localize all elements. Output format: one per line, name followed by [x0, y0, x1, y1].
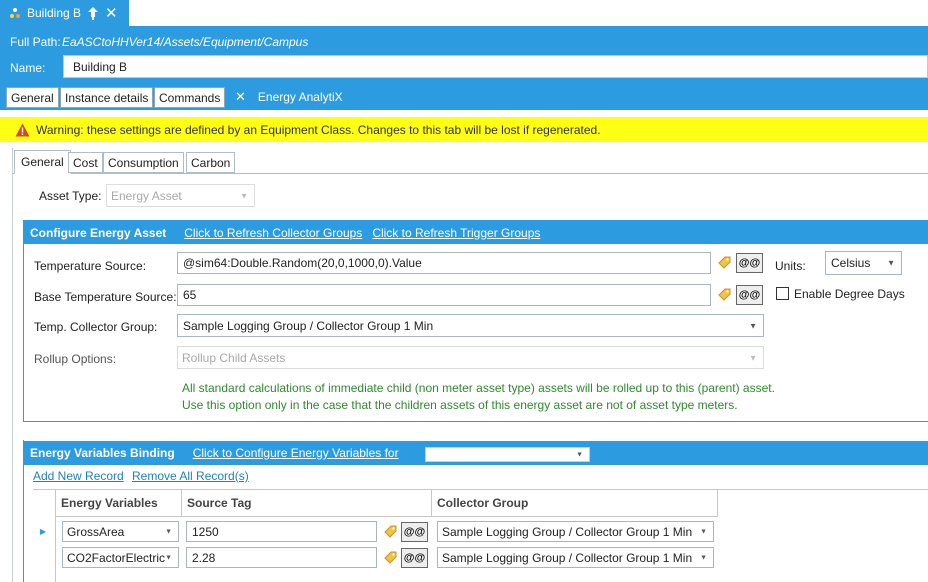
energy-variable-value: CO2FactorElectric: [67, 550, 166, 565]
temperature-source-input[interactable]: @sim64:Double.Random(20,0,1000,0).Value: [177, 252, 711, 274]
subtab-carbon[interactable]: Carbon: [186, 152, 236, 173]
full-path-value: EaASCtoHHVer14/Assets/Equipment/Campus: [62, 35, 309, 49]
energy-variable-select[interactable]: CO2FactorElectric ▼: [62, 547, 179, 568]
enable-degree-days-checkbox[interactable]: [776, 287, 789, 300]
refresh-collector-groups-link[interactable]: Click to Refresh Collector Groups: [184, 226, 362, 240]
collector-group-select[interactable]: Sample Logging Group / Collector Group 1…: [437, 547, 714, 568]
tab-commands[interactable]: Commands: [154, 87, 226, 108]
energy-variables-class-select[interactable]: ▼: [425, 447, 590, 462]
rollup-options-value: Rollup Child Assets: [182, 350, 286, 365]
chevron-down-icon: ▼: [165, 528, 172, 535]
units-value: Celsius: [831, 256, 871, 270]
warning-text: Warning: these settings are defined by a…: [36, 122, 601, 137]
document-tab-label: Building B: [27, 6, 82, 20]
column-header-energy-variables[interactable]: Energy Variables: [56, 490, 182, 517]
tag-browse-icon[interactable]: [717, 255, 732, 270]
base-temperature-input[interactable]: 65: [177, 284, 711, 306]
full-path-label: Full Path:: [10, 35, 61, 49]
tab-energy-analytix[interactable]: ✕ Energy AnalytiX: [226, 84, 348, 110]
chevron-down-icon: ▼: [165, 554, 172, 561]
expression-button[interactable]: @@: [736, 253, 763, 273]
tab-energy-analytix-label: Energy AnalytiX: [257, 90, 343, 104]
asset-type-value: Energy Asset: [111, 188, 182, 203]
name-label: Name:: [10, 61, 46, 75]
rollup-options-label: Rollup Options:: [34, 352, 117, 366]
column-header-source-tag[interactable]: Source Tag: [182, 490, 432, 517]
configure-title: Configure Energy Asset: [30, 225, 167, 240]
asset-icon: [10, 8, 20, 18]
base-temperature-label: Base Temperature Source:: [34, 290, 177, 304]
tag-browse-icon[interactable]: [383, 524, 398, 539]
rollup-note-line2: Use this option only in the case that th…: [182, 398, 738, 412]
name-input[interactable]: Building B: [63, 55, 928, 78]
tag-browse-icon[interactable]: [383, 550, 398, 565]
energy-variable-value: GrossArea: [67, 524, 125, 539]
tag-browse-icon[interactable]: [717, 287, 732, 302]
collector-group-value: Sample Logging Group / Collector Group 1…: [442, 524, 693, 539]
temperature-source-label: Temperature Source:: [34, 259, 147, 273]
column-header-collector-group[interactable]: Collector Group: [432, 490, 718, 517]
close-tab-icon[interactable]: ✕: [235, 89, 246, 105]
subtab-general[interactable]: General: [14, 150, 71, 174]
asset-type-label: Asset Type:: [39, 189, 102, 203]
chevron-down-icon: ▼: [700, 554, 707, 561]
sub-tab-line: [12, 173, 928, 174]
document-tab-strip: [0, 0, 928, 26]
asset-type-select[interactable]: Energy Asset ▼: [106, 184, 255, 207]
energy-variables-title: Energy Variables Binding: [30, 446, 175, 460]
pin-icon[interactable]: [86, 6, 100, 20]
warning-banner: Warning: these settings are defined by a…: [0, 117, 928, 142]
chevron-down-icon: ▼: [576, 451, 583, 458]
units-select[interactable]: Celsius ▼: [825, 251, 902, 275]
remove-all-records-link[interactable]: Remove All Record(s): [132, 469, 249, 483]
chevron-down-icon: ▼: [887, 258, 895, 268]
chevron-down-icon: ▼: [749, 353, 757, 362]
energy-variable-select[interactable]: GrossArea ▼: [62, 521, 179, 542]
collector-group-select[interactable]: Sample Logging Group / Collector Group 1…: [437, 521, 714, 542]
current-row-icon: ▶: [40, 527, 47, 536]
close-tab-icon[interactable]: ✕: [105, 6, 118, 21]
rollup-options-select[interactable]: Rollup Child Assets ▼: [177, 346, 764, 369]
add-new-record-link[interactable]: Add New Record: [33, 469, 124, 483]
refresh-trigger-groups-link[interactable]: Click to Refresh Trigger Groups: [372, 226, 540, 240]
temp-collector-group-select[interactable]: Sample Logging Group / Collector Group 1…: [177, 314, 764, 337]
expression-button[interactable]: @@: [401, 548, 428, 568]
warning-icon: [15, 123, 30, 136]
temp-collector-group-label: Temp. Collector Group:: [34, 320, 158, 334]
chevron-down-icon: ▼: [700, 528, 707, 535]
expression-button[interactable]: @@: [736, 285, 763, 305]
rollup-note-line1: All standard calculations of immediate c…: [182, 381, 775, 395]
tab-general[interactable]: General: [6, 87, 59, 108]
chevron-down-icon: ▼: [749, 321, 757, 330]
configure-header: Configure Energy Asset Click to Refresh …: [24, 221, 928, 244]
collector-group-value: Sample Logging Group / Collector Group 1…: [442, 550, 693, 565]
temp-collector-group-value: Sample Logging Group / Collector Group 1…: [183, 318, 434, 333]
configure-energy-variables-link[interactable]: Click to Configure Energy Variables for: [193, 446, 399, 460]
expression-button[interactable]: @@: [401, 522, 428, 542]
rollup-note: All standard calculations of immediate c…: [182, 380, 775, 414]
source-tag-input[interactable]: 2.28: [186, 547, 377, 568]
chevron-down-icon: ▼: [240, 191, 248, 200]
subtab-cost[interactable]: Cost: [68, 152, 103, 173]
units-label: Units:: [775, 259, 806, 273]
source-tag-input[interactable]: 1250: [186, 521, 377, 542]
subtab-consumption[interactable]: Consumption: [103, 152, 184, 173]
tab-instance-details[interactable]: Instance details: [60, 87, 154, 108]
enable-degree-days-label: Enable Degree Days: [794, 287, 905, 301]
document-tab-building-b[interactable]: Building B ✕: [0, 0, 129, 26]
